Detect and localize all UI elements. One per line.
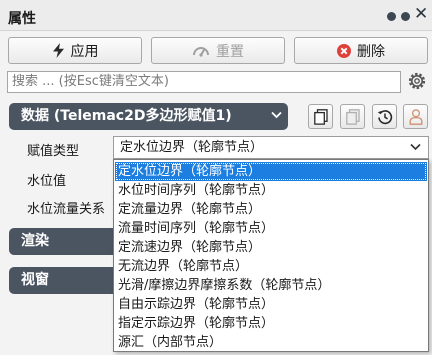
delete-button-label: 删除 xyxy=(357,43,385,60)
float-button-icon[interactable] xyxy=(387,12,396,21)
dropdown-option[interactable]: 无流边界（轮廓节点） xyxy=(115,257,427,276)
chevron-down-icon xyxy=(410,143,421,151)
dropdown-option[interactable]: 光滑/摩擦边界摩擦系数（轮廓节点） xyxy=(115,276,427,295)
dropdown-option[interactable]: 流量时间序列（轮廓节点） xyxy=(115,219,427,238)
dropdown-option[interactable]: 定流速边界（轮廓节点） xyxy=(115,238,427,257)
assign-type-dropdown: 定水位边界（轮廓节点） 水位时间序列（轮廓节点） 定流量边界（轮廓节点） 流量时… xyxy=(113,159,429,352)
render-group-title: 渲染 xyxy=(21,233,49,249)
viewport-group-title: 视窗 xyxy=(21,272,49,288)
dropdown-option[interactable]: 源汇（内部节点） xyxy=(115,333,427,352)
user-icon xyxy=(409,108,422,125)
apply-button-label: 应用 xyxy=(70,43,99,60)
search-placeholder: 搜索 ... (按Esc键清空文本) xyxy=(12,74,169,89)
pin-button-icon[interactable] xyxy=(401,12,410,21)
copy-icon xyxy=(313,108,328,125)
paste-icon xyxy=(345,108,360,125)
search-input[interactable]: 搜索 ... (按Esc键清空文本) xyxy=(7,71,401,93)
data-group-header[interactable]: 数据 (Telemac2D多边形赋值1) xyxy=(9,103,288,130)
panel-titlebar: 属性 ✕ xyxy=(0,0,432,31)
panel-title: 属性 xyxy=(8,11,36,27)
chevron-down-icon xyxy=(271,111,282,119)
assign-type-select[interactable]: 定水位边界（轮廓节点） xyxy=(113,136,429,159)
assign-type-label: 赋值类型 xyxy=(27,144,80,159)
delete-button[interactable]: 删除 xyxy=(294,37,428,64)
reset-gauge-icon xyxy=(193,46,209,57)
stage-discharge-label: 水位流量关系 xyxy=(27,202,106,217)
dropdown-option[interactable]: 水位时间序列（轮廓节点） xyxy=(115,181,427,200)
data-group-title: 数据 (Telemac2D多边形赋值1) xyxy=(21,108,232,124)
gear-icon[interactable] xyxy=(406,69,428,93)
dropdown-option[interactable]: 定流量边界（轮廓节点） xyxy=(115,200,427,219)
paste-button[interactable] xyxy=(340,104,365,129)
water-level-label: 水位值 xyxy=(27,174,67,189)
apply-button[interactable]: 应用 xyxy=(8,37,142,64)
reset-button[interactable]: 重置 xyxy=(151,37,285,64)
history-clock-icon xyxy=(377,109,392,124)
user-button[interactable] xyxy=(403,104,428,129)
close-icon[interactable]: ✕ xyxy=(414,6,428,23)
copy-button[interactable] xyxy=(308,104,333,129)
history-button[interactable] xyxy=(372,104,397,129)
lightning-icon xyxy=(52,43,64,58)
delete-circle-icon xyxy=(337,43,351,58)
assign-type-value: 定水位边界（轮廓节点） xyxy=(120,140,264,155)
dropdown-option[interactable]: 自由示踪边界（轮廓节点） xyxy=(115,295,427,314)
dropdown-option[interactable]: 指定示踪边界（轮廓节点） xyxy=(115,314,427,333)
dropdown-option[interactable]: 定水位边界（轮廓节点） xyxy=(115,162,427,181)
reset-button-label: 重置 xyxy=(216,43,244,60)
